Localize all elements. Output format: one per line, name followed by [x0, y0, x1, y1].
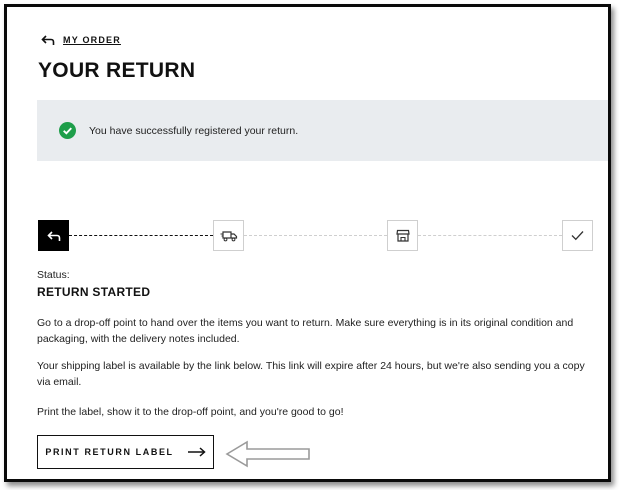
- back-arrow-icon: [41, 35, 55, 45]
- delivery-truck-icon: [220, 230, 237, 241]
- callout-arrow-icon: [225, 440, 310, 468]
- return-page: MY ORDER YOUR RETURN You have successful…: [7, 7, 608, 479]
- check-circle-icon: [59, 122, 76, 139]
- final-instructions: Print the label, show it to the drop-off…: [37, 406, 344, 418]
- my-order-link[interactable]: MY ORDER: [63, 35, 121, 45]
- tracker-step-return-started: [38, 220, 69, 251]
- tracker-line-pending: [418, 235, 562, 236]
- return-arrow-icon: [46, 230, 60, 241]
- status-label: Status:: [37, 269, 70, 281]
- tracker-line-pending: [244, 235, 387, 236]
- print-return-label-button[interactable]: PRINT RETURN LABEL: [37, 435, 214, 469]
- shipping-label-info: Your shipping label is available by the …: [37, 360, 585, 388]
- return-progress-tracker: [7, 219, 608, 259]
- back-navigation[interactable]: MY ORDER: [41, 34, 121, 46]
- page-title: YOUR RETURN: [38, 59, 196, 82]
- success-message: You have successfully registered your re…: [89, 124, 299, 137]
- arrow-right-icon: [187, 447, 206, 457]
- print-return-label-text: PRINT RETURN LABEL: [45, 447, 174, 457]
- screenshot-frame: MY ORDER YOUR RETURN You have successful…: [4, 4, 611, 482]
- tracker-step-completed: [562, 220, 593, 251]
- checkmark-icon: [571, 231, 584, 241]
- tracker-step-drop-off: [387, 220, 418, 251]
- store-icon: [395, 229, 410, 242]
- tracker-line-completed: [69, 235, 213, 236]
- tracker-step-in-transit: [213, 220, 244, 251]
- instructions-paragraph: Go to a drop-off point to hand over the …: [37, 317, 574, 345]
- success-notice: You have successfully registered your re…: [37, 100, 608, 161]
- status-value: RETURN STARTED: [37, 285, 151, 299]
